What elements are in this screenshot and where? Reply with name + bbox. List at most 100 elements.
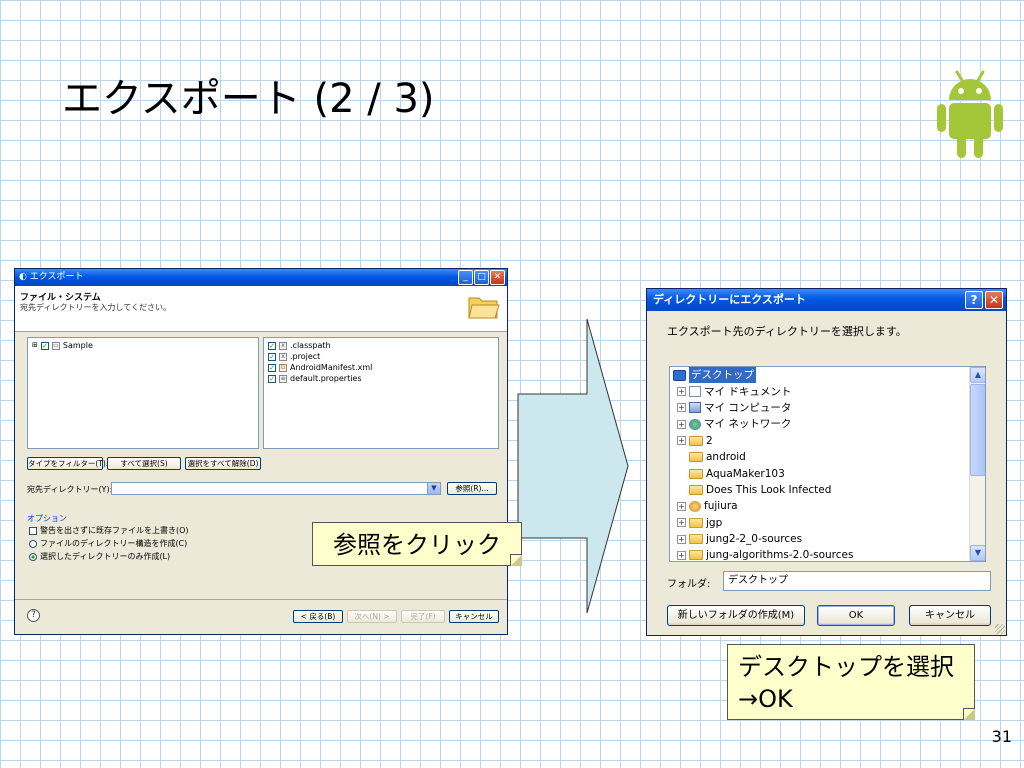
tree-item-label: マイ ドキュメント [704,385,792,398]
maximize-button[interactable]: □ [474,270,489,285]
tree-item[interactable]: ⊞ ✓ ▭ Sample [28,340,258,351]
tree-item[interactable]: android [670,449,985,465]
folder-icon [689,452,703,463]
expand-icon[interactable]: + [677,518,686,528]
tree-item-label: AquaMaker103 [706,467,785,480]
expand-icon[interactable]: + [677,419,686,429]
tree-item-label: jgp [706,516,723,529]
overwrite-option[interactable]: 警告を出さずに既存ファイルを上書き(O) [29,525,189,536]
back-button[interactable]: < 戻る(B) [293,610,343,623]
checkbox[interactable]: ✓ [40,341,49,350]
callout-text: 参照をクリック [333,531,501,559]
project-folder-icon: ▭ [51,341,60,350]
tree-item[interactable]: AquaMaker103 [670,465,985,481]
option-label: ファイルのディレクトリー構造を作成(C) [40,539,188,548]
cancel-button[interactable]: キャンセル [449,610,499,623]
open-folder-icon [468,297,500,319]
finish-button[interactable]: 完了(F) [401,610,445,623]
tree-item-label: android [706,451,746,464]
scrollbar-thumb[interactable] [970,384,985,476]
checkbox[interactable]: ✓ [268,352,276,361]
cancel-button[interactable]: キャンセル [909,605,991,626]
tree-item-label: マイ コンピュータ [704,401,792,414]
file-item[interactable]: ✓ G AndroidManifest.xml [264,362,498,373]
minimize-button[interactable]: _ [458,270,473,285]
tree-item[interactable]: + jung-algorithms-2.0-sources [670,547,985,562]
xml-file-icon: x [279,352,287,361]
file-item[interactable]: ✓ x .classpath [264,340,498,351]
directory-dialog: ディレクトリーにエクスポート ? ✕ エクスポート先のディレクトリーを選択します… [646,288,1007,636]
file-list-panel: ✓ x .classpath ✓ x .project ✓ G AndroidManifes… [263,337,499,449]
expand-icon[interactable]: + [677,403,686,413]
tree-item-label: fujiura [704,500,738,513]
checkbox[interactable]: ✓ [268,341,276,350]
file-item[interactable]: ✓ ≡ default.properties [264,373,498,384]
tree-item-desktop[interactable]: デスクトップ [670,367,985,384]
vertical-scrollbar[interactable]: ▲ ▼ [969,367,985,561]
android-logo-icon [937,70,1003,158]
folder-icon [689,468,703,479]
folder-icon [689,517,703,528]
file-item[interactable]: ✓ x .project [264,351,498,362]
tree-item[interactable]: + マイ ネットワーク [670,416,985,432]
option-label: 選択したディレクトリーのみ作成(L) [40,552,171,561]
browse-button[interactable]: 参照(R)... [447,482,497,495]
callout-text-line1: デスクトップを選択 [738,653,954,681]
close-button[interactable]: ✕ [490,270,505,285]
help-button[interactable]: ? [965,291,983,309]
tree-item[interactable]: Does This Look Infected [670,482,985,498]
tree-item[interactable]: + マイ ドキュメント [670,383,985,399]
eclipse-export-window: ◐ エクスポート _ □ ✕ ファイル・システム 宛先ディレクトリーを入力してく… [14,268,508,635]
ok-button[interactable]: OK [817,605,895,626]
expand-icon[interactable]: + [677,550,686,560]
callout-browse-hint: 参照をクリック [312,522,522,566]
tree-item[interactable]: + fujiura [670,498,985,514]
text-file-icon: ≡ [279,374,287,383]
checkbox[interactable]: ✓ [268,374,276,383]
dest-dir-value [112,491,115,500]
option-label: 警告を出さずに既存ファイルを上書き(O) [40,526,189,535]
expand-icon[interactable]: + [677,501,686,511]
tree-item[interactable]: + jgp [670,515,985,531]
create-selected-option[interactable]: 選択したディレクトリーのみ作成(L) [29,551,170,562]
file-name: .project [290,352,321,361]
filter-types-button[interactable]: タイプをフィルター(T)... [27,457,113,470]
expand-icon[interactable]: + [677,534,686,544]
manifest-file-icon: G [279,363,287,372]
tree-item-label: デスクトップ [689,367,756,384]
expand-icon[interactable]: ⊞ [32,340,38,351]
tree-item-label: 2 [706,434,713,447]
tree-item-label: jung-algorithms-2.0-sources [706,549,854,562]
chevron-down-icon[interactable]: ▼ [427,483,440,494]
tree-item-label: Sample [62,341,93,350]
scroll-down-icon[interactable]: ▼ [970,545,985,561]
dir-dialog-title: ディレクトリーにエクスポート [653,293,806,306]
new-folder-button[interactable]: 新しいフォルダの作成(M) [667,605,805,626]
create-structure-option[interactable]: ファイルのディレクトリー構造を作成(C) [29,538,187,549]
scroll-up-icon[interactable]: ▲ [970,367,985,383]
checkbox[interactable] [29,526,37,535]
close-button[interactable]: ✕ [985,291,1003,309]
network-icon [689,418,701,430]
dest-dir-combo[interactable]: ▼ [111,482,441,495]
wizard-description: 宛先ディレクトリーを入力してください。 [20,303,171,312]
expand-icon[interactable]: + [677,436,686,446]
radio-button-selected[interactable] [29,552,37,561]
select-all-button[interactable]: すべて選択(S) [107,457,181,470]
resize-grip[interactable] [995,624,1005,634]
file-name: default.properties [290,374,362,383]
checkbox[interactable]: ✓ [268,363,276,372]
computer-icon [689,402,701,414]
directory-tree[interactable]: デスクトップ + マイ ドキュメント + マイ コンピュータ + マイ ネットワーク … [669,366,986,562]
next-button[interactable]: 次へ(N) > [347,610,397,623]
tree-item-label: マイ ネットワーク [704,418,792,431]
tree-item[interactable]: + jung2-2_0-sources [670,531,985,547]
big-arrow-shape [517,318,629,614]
folder-input[interactable]: デスクトップ [723,571,991,591]
tree-item[interactable]: +2 [670,433,985,449]
tree-item[interactable]: + マイ コンピュータ [670,400,985,416]
help-icon[interactable]: ? [27,609,40,622]
deselect-all-button[interactable]: 選択をすべて解除(D) [185,457,261,470]
radio-button[interactable] [29,539,37,548]
expand-icon[interactable]: + [677,387,686,397]
